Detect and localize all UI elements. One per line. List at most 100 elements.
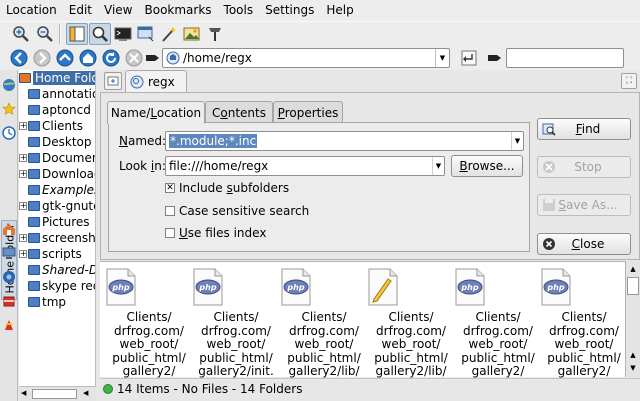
- tree-item[interactable]: Examples: [19, 182, 96, 198]
- location-bar[interactable]: /home/regx ▼: [162, 48, 450, 68]
- find-button[interactable]: Find: [537, 118, 631, 140]
- folder-icon: [28, 137, 40, 147]
- services-icon[interactable]: [1, 268, 17, 286]
- expand-icon[interactable]: +: [19, 170, 27, 178]
- tree-item[interactable]: + gtk-gnute: [19, 198, 96, 214]
- results-icon-view[interactable]: php Clients/ drfrog.com/ web_root/ public…: [100, 261, 625, 379]
- result-item[interactable]: php Clients/ drfrog.com/ web_root/ public…: [453, 268, 543, 379]
- status-ok-icon: [103, 384, 113, 394]
- tree-scroll-thumb[interactable]: [32, 389, 77, 399]
- use-index-checkbox[interactable]: Use files index: [165, 226, 266, 240]
- expand-icon[interactable]: +: [19, 250, 27, 258]
- clear-search-icon[interactable]: [484, 47, 506, 69]
- network-icon[interactable]: [1, 244, 17, 262]
- tree-item-label: Downloac: [42, 167, 96, 181]
- tree-item[interactable]: + Documen: [19, 150, 95, 166]
- expand-icon[interactable]: +: [19, 234, 27, 242]
- toolbar-separator: [59, 24, 61, 44]
- tree-item[interactable]: + scripts: [19, 246, 95, 262]
- tab-contents[interactable]: Contents: [205, 101, 273, 123]
- image-viewer-icon[interactable]: [181, 23, 203, 45]
- chevron-down-icon[interactable]: ▼: [432, 157, 444, 175]
- scroll-right-icon[interactable]: ◀: [83, 389, 88, 397]
- menu-settings[interactable]: Settings: [259, 0, 314, 21]
- terminal-icon[interactable]: [112, 23, 134, 45]
- tree-item[interactable]: + Clients: [19, 118, 95, 134]
- search-input[interactable]: [506, 48, 624, 68]
- close-tab-icon[interactable]: ⛶: [621, 73, 637, 89]
- tree-item[interactable]: annotatio: [19, 86, 95, 102]
- result-item[interactable]: php Clients/ drfrog.com/ web_root/ public…: [539, 268, 629, 379]
- new-tab-icon[interactable]: [104, 72, 122, 90]
- menu-help[interactable]: Help: [320, 0, 353, 21]
- menu-bookmarks[interactable]: Bookmarks: [139, 0, 212, 21]
- expand-icon[interactable]: +: [19, 122, 27, 130]
- tree-item[interactable]: aptoncd: [19, 102, 95, 118]
- tab-regx[interactable]: regx: [125, 70, 187, 92]
- result-item[interactable]: php Clients/ drfrog.com/ web_root/ public…: [279, 268, 369, 379]
- tree-item[interactable]: tmp: [19, 294, 95, 310]
- clear-location-icon[interactable]: [142, 47, 164, 69]
- results-vertical-scrollbar[interactable]: ▲ ▲ ▼: [625, 261, 640, 377]
- result-item-name: Clients/ drfrog.com/ web_root/ public_ht…: [287, 310, 361, 379]
- zoom-out-icon[interactable]: [34, 23, 56, 45]
- results-scroll-thumb[interactable]: [627, 277, 639, 295]
- magic-wand-icon[interactable]: [158, 23, 180, 45]
- up-icon[interactable]: [54, 47, 76, 69]
- case-sensitive-checkbox[interactable]: Case sensitive search: [165, 204, 309, 218]
- storage-icon[interactable]: [1, 292, 17, 310]
- tree-item[interactable]: skype rec: [19, 278, 95, 294]
- menu-view[interactable]: View: [98, 0, 132, 21]
- find-files-icon[interactable]: [89, 23, 111, 45]
- result-item[interactable]: php Clients/ drfrog.com/ web_root/ public…: [104, 268, 194, 379]
- expand-icon[interactable]: +: [19, 154, 27, 162]
- bookmarks-star-icon[interactable]: [1, 100, 17, 118]
- tab-name-location[interactable]: Name/Location: [107, 101, 205, 124]
- tab-properties[interactable]: Properties: [273, 101, 343, 123]
- menu-edit[interactable]: Edit: [63, 0, 92, 21]
- folder-tree[interactable]: Home Folde annotatio aptoncd + Clients Deskto…: [19, 70, 96, 386]
- tree-item[interactable]: Pictures: [19, 214, 95, 230]
- forward-icon[interactable]: [31, 47, 53, 69]
- include-subfolders-checkbox[interactable]: ✕ Include subfolders: [165, 181, 289, 195]
- tree-item[interactable]: + screensh: [19, 230, 95, 246]
- tool-icon[interactable]: [204, 23, 226, 45]
- folder-icon: [28, 297, 40, 307]
- tree-item[interactable]: Desktop: [19, 134, 95, 150]
- close-button[interactable]: Close: [537, 233, 631, 255]
- browse-button[interactable]: Browse...: [451, 155, 523, 177]
- zoom-in-icon[interactable]: [10, 23, 32, 45]
- stop-button[interactable]: Stop: [537, 156, 631, 178]
- tree-item-label: gtk-gnute: [42, 199, 96, 213]
- globe-icon[interactable]: [1, 76, 17, 94]
- home-icon[interactable]: [77, 47, 99, 69]
- split-view-icon[interactable]: [66, 23, 88, 45]
- chevron-down-icon[interactable]: ▼: [435, 49, 449, 67]
- scroll-down-icon[interactable]: ▼: [627, 362, 639, 374]
- menu-location[interactable]: Location: [0, 0, 57, 21]
- window-list-icon[interactable]: [135, 23, 157, 45]
- history-clock-icon[interactable]: [1, 124, 17, 142]
- reload-icon[interactable]: [100, 47, 122, 69]
- tree-item[interactable]: + Downloac: [19, 166, 96, 182]
- tree-item-label: Examples: [42, 183, 96, 197]
- result-item[interactable]: Clients/ drfrog.com/ web_root/ public_ht…: [366, 268, 456, 379]
- tree-item[interactable]: Home Folde: [19, 70, 95, 86]
- home-tab-icon[interactable]: [1, 220, 17, 238]
- scroll-up-icon[interactable]: ▲: [627, 263, 639, 275]
- tree-horizontal-scrollbar[interactable]: ◀ ◀: [19, 386, 96, 401]
- scroll-up-icon[interactable]: ▲: [627, 349, 639, 361]
- go-icon[interactable]: [458, 47, 480, 69]
- lookin-combo[interactable]: file:///home/regx ▼: [165, 156, 445, 176]
- menu-tools[interactable]: Tools: [218, 0, 254, 21]
- root-folder-icon[interactable]: [1, 316, 17, 334]
- save-as-button[interactable]: Save As...: [537, 194, 631, 216]
- chevron-down-icon[interactable]: ▼: [511, 132, 523, 150]
- named-combo[interactable]: *.module;*.inc ▼: [165, 131, 524, 151]
- folder-icon: [28, 89, 40, 99]
- back-icon[interactable]: [8, 47, 30, 69]
- tree-item[interactable]: Shared-D: [19, 262, 95, 278]
- scroll-left-icon[interactable]: ◀: [21, 389, 26, 397]
- expand-icon[interactable]: +: [19, 202, 27, 210]
- result-item[interactable]: php Clients/ drfrog.com/ web_root/ public…: [191, 268, 281, 379]
